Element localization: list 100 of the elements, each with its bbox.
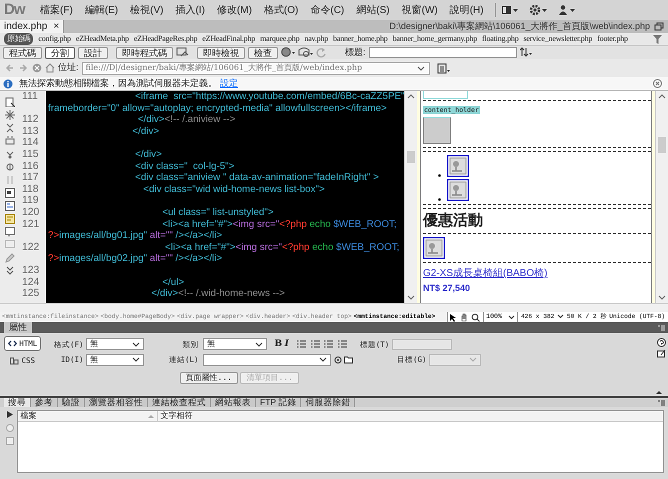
close-icon[interactable] xyxy=(653,79,662,88)
play-icon[interactable] xyxy=(6,410,14,419)
properties-tab[interactable]: 屬性 xyxy=(4,322,32,333)
related-file-link[interactable]: footer.php xyxy=(597,33,628,45)
dropdown-caret-icon xyxy=(508,314,515,320)
results-tab[interactable]: 連結檢查程式 xyxy=(148,398,211,407)
related-file-link[interactable]: marquee.php xyxy=(260,33,300,45)
view-button[interactable]: 分割 xyxy=(45,46,75,58)
hand-icon[interactable] xyxy=(460,312,468,322)
title-field[interactable] xyxy=(368,47,517,58)
panel-menu-icon[interactable] xyxy=(658,400,665,406)
bold-button[interactable]: B xyxy=(274,338,282,351)
collapse-selection-icon[interactable] xyxy=(5,136,15,146)
address-field[interactable]: file:///D|/designer/baki/專案網站/106061_大將作_首頁版/web/index.php xyxy=(82,62,430,74)
italic-button[interactable]: I xyxy=(284,338,289,351)
menu-item[interactable]: 命令(C) xyxy=(304,2,350,18)
product-link[interactable]: G2-XS成長桌椅組(BABO椅) xyxy=(423,268,548,279)
scroll-down-icon[interactable] xyxy=(407,295,415,300)
user-menu-icon[interactable] xyxy=(558,4,576,16)
file-management-icon[interactable] xyxy=(520,47,533,58)
pointer-icon[interactable] xyxy=(448,312,458,322)
line-number: 114 xyxy=(21,137,40,149)
live-code-button[interactable]: 即時程式碼 xyxy=(116,46,173,58)
menu-item[interactable]: 網站(S) xyxy=(350,2,396,18)
related-file-link[interactable]: eZHeadFinal.php xyxy=(202,33,256,45)
title-attribute-field[interactable] xyxy=(392,338,452,350)
collapse-icon[interactable] xyxy=(5,123,15,133)
column-header[interactable]: 文字相符 xyxy=(160,410,192,422)
results-tab[interactable]: 伺服器除錯 xyxy=(301,398,356,407)
column-header[interactable]: 檔案 xyxy=(20,410,36,422)
related-file-link[interactable]: banner_home.php xyxy=(333,33,388,45)
line-number: 122 xyxy=(21,242,40,254)
results-tab[interactable]: 搜尋 xyxy=(4,398,31,407)
folder-icon[interactable] xyxy=(344,355,354,364)
inspect-icon[interactable] xyxy=(176,47,189,58)
view-button[interactable]: 程式碼 xyxy=(3,46,42,58)
code-line: </div><!-- /.aniview --> xyxy=(136,114,236,126)
line-number: 119 xyxy=(21,195,40,207)
view-button[interactable]: 設計 xyxy=(78,46,108,58)
format-select[interactable]: 無 xyxy=(86,338,144,350)
scroll-up-icon[interactable] xyxy=(407,94,415,99)
menu-item[interactable]: 編輯(E) xyxy=(78,2,124,18)
scrollbar-thumb[interactable] xyxy=(658,137,666,153)
results-tab[interactable]: 網站報表 xyxy=(211,398,256,407)
scrollbar-thumb[interactable] xyxy=(407,151,415,163)
results-tab[interactable]: FTP 記錄 xyxy=(256,398,302,407)
settings-link[interactable]: 設定 xyxy=(220,77,238,90)
more-icon[interactable] xyxy=(5,266,15,276)
live-view-button[interactable]: 即時檢視 xyxy=(197,46,245,58)
inspect-button[interactable]: 檢查 xyxy=(248,46,278,58)
document-tab[interactable]: index.php xyxy=(4,20,48,33)
menu-item[interactable]: 說明(H) xyxy=(444,2,490,18)
comment-icon[interactable] xyxy=(5,227,15,237)
preview-icon[interactable] xyxy=(298,47,313,58)
unordered-list-icon[interactable] xyxy=(297,340,306,348)
related-file-link[interactable]: banner_home_germany.php xyxy=(392,33,478,45)
menu-item[interactable]: 視窗(W) xyxy=(396,2,444,18)
open-documents-icon[interactable] xyxy=(5,97,15,107)
line-number: 123 xyxy=(21,264,40,276)
edit-icon[interactable] xyxy=(656,349,666,358)
asterisk-icon[interactable] xyxy=(5,110,15,120)
id-select[interactable]: 無 xyxy=(86,354,144,366)
related-file-link[interactable]: eZHeadPageRes.php xyxy=(134,33,198,45)
results-tab[interactable]: 參考 xyxy=(31,398,58,407)
related-file-link[interactable]: eZHeadMeta.php xyxy=(76,33,129,45)
horizontal-scrollbar[interactable] xyxy=(0,303,668,312)
related-file-link[interactable]: nav.php xyxy=(304,33,328,45)
related-file-link[interactable]: floating.php xyxy=(482,33,518,45)
settings-icon[interactable] xyxy=(528,4,548,16)
code-line: <iframe src="https://www.youtube.com/embed/6Bc-caZZ5PE" xyxy=(134,91,404,103)
page-properties-button[interactable]: 頁面屬性... xyxy=(180,372,238,384)
menu-item[interactable]: 插入(I) xyxy=(169,2,211,18)
collapse-panel-icon[interactable] xyxy=(656,390,662,394)
sort-ascending-icon xyxy=(148,414,154,418)
layout-menu-icon[interactable] xyxy=(500,4,519,16)
zoom-icon[interactable] xyxy=(471,312,480,322)
class-select[interactable]: 無 xyxy=(203,338,267,350)
css-rules-icon xyxy=(10,356,19,366)
menu-item[interactable]: 檔案(F) xyxy=(34,2,79,18)
results-tab[interactable]: 驗證 xyxy=(58,398,85,407)
select-parent-icon[interactable] xyxy=(5,188,15,198)
results-tab[interactable]: 瀏覽器相容性 xyxy=(85,398,148,407)
restore-icon[interactable] xyxy=(654,22,664,31)
close-button[interactable]: × xyxy=(53,20,60,33)
scroll-up-icon[interactable] xyxy=(658,94,666,99)
home-icon[interactable] xyxy=(45,63,55,73)
source-code-button[interactable]: 原始碼 xyxy=(4,33,34,45)
menu-item[interactable]: 修改(M) xyxy=(210,2,258,18)
menu-item[interactable]: 檢視(V) xyxy=(124,2,170,18)
browse-menu-icon[interactable] xyxy=(436,62,451,74)
related-file-link[interactable]: config.php xyxy=(38,33,71,45)
menu-item[interactable]: 格式(O) xyxy=(258,2,304,18)
help-icon[interactable] xyxy=(656,338,666,346)
apply-comment-icon[interactable] xyxy=(5,201,15,211)
point-to-file-icon[interactable] xyxy=(334,356,342,364)
scroll-down-icon[interactable] xyxy=(658,295,666,300)
image-placeholder-icon xyxy=(447,155,469,177)
dropdown-caret-icon xyxy=(132,357,140,362)
related-file-link[interactable]: service_newsletter.php xyxy=(524,33,592,45)
line-number: 115 xyxy=(21,148,40,161)
